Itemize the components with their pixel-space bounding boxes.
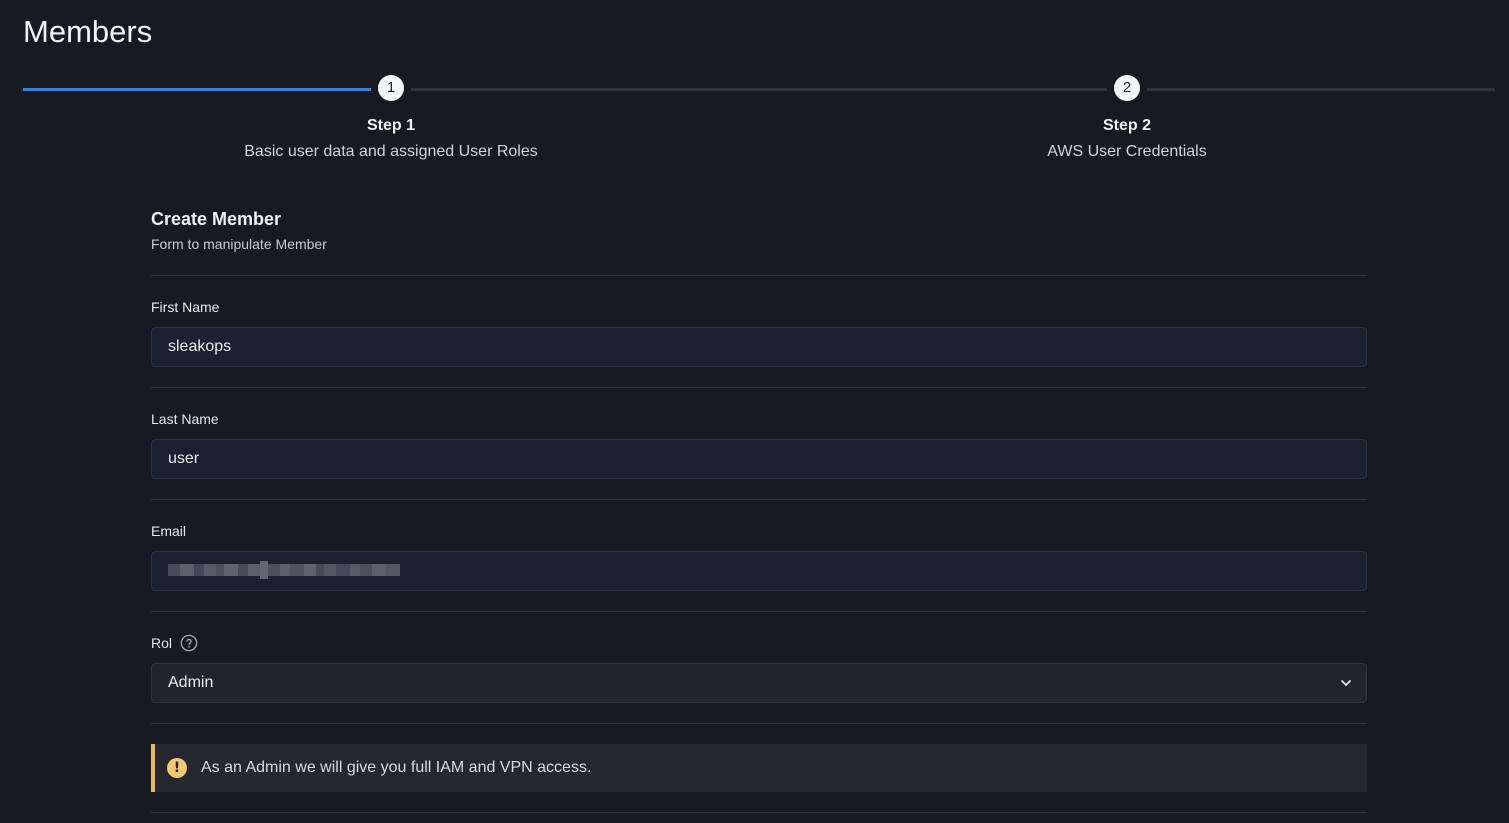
step-2-description: AWS User Credentials: [1047, 143, 1207, 160]
first-name-label: First Name: [151, 299, 220, 315]
chevron-down-icon: [1341, 680, 1351, 686]
page-title: Members: [23, 14, 153, 49]
step-1-title: Step 1: [366, 117, 416, 134]
step-2-progress-line: [1147, 88, 1495, 91]
question-circle-icon[interactable]: [180, 634, 198, 652]
exclamation-circle-icon: !: [167, 758, 187, 778]
step-1-progress-line: [23, 88, 371, 91]
last-name-input[interactable]: [151, 439, 1367, 479]
divider: [151, 275, 1367, 276]
alert-text: As an Admin we will give you full IAM an…: [201, 759, 592, 776]
create-member-form: Create Member Form to manipulate Member …: [151, 205, 1367, 813]
role-select-value: Admin: [168, 674, 214, 691]
step-connector-line: [411, 88, 1107, 91]
last-name-label: Last Name: [151, 411, 219, 427]
stepper: 1 2 Step 1 Basic user data and assigned …: [23, 72, 1495, 172]
form-subtitle: Form to manipulate Member: [151, 236, 327, 252]
step-2-circle[interactable]: 2: [1114, 75, 1140, 101]
role-info-alert: ! As an Admin we will give you full IAM …: [151, 744, 1367, 792]
step-1-circle[interactable]: 1: [378, 75, 404, 101]
divider: [151, 387, 1367, 388]
role-label: Rol: [151, 635, 173, 651]
divider: [151, 723, 1367, 724]
form-title: Create Member: [151, 209, 282, 229]
first-name-input[interactable]: [151, 327, 1367, 367]
step-2-title: Step 2: [1102, 117, 1152, 134]
email-redacted-value: [168, 559, 400, 581]
role-label-row: Rol: [151, 634, 1367, 652]
divider: [151, 812, 1367, 813]
role-select[interactable]: Admin: [151, 663, 1367, 703]
divider: [151, 499, 1367, 500]
email-label: Email: [151, 523, 187, 539]
divider: [151, 611, 1367, 612]
step-1-description: Basic user data and assigned User Roles: [244, 143, 538, 160]
members-page: Members 1 2 Step 1 Basic user data and a…: [0, 0, 1509, 823]
